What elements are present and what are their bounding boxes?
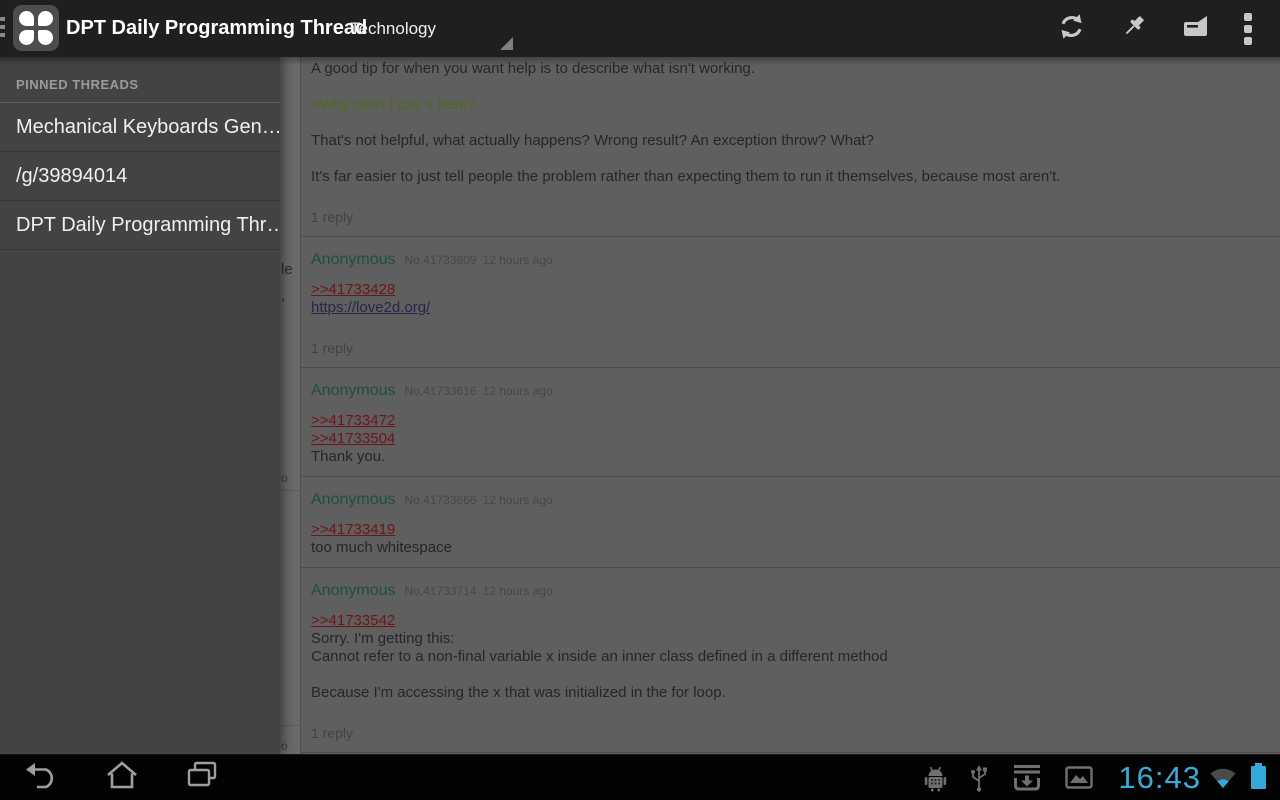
android-debug-icon	[924, 764, 947, 792]
post-timestamp: 12 hours ago	[483, 384, 553, 398]
reply-count-link[interactable]: 1 reply	[311, 340, 1268, 357]
reply-count-link[interactable]: 1 reply	[311, 209, 1268, 226]
poster-name: Anonymous	[311, 382, 396, 400]
thread-title: DPT Daily Programming Thread	[66, 0, 367, 57]
post: Anonymous No.41733616 12 hours ago >>417…	[301, 368, 1280, 477]
post-timestamp: 12 hours ago	[483, 253, 553, 267]
thread-list-pane-edge: le , o o	[280, 57, 301, 755]
thread-view: A good tip for when you want help is to …	[301, 57, 1280, 755]
post-number: No.41733666	[405, 493, 477, 507]
post: Anonymous No.41733714 12 hours ago >>417…	[301, 568, 1280, 753]
quote-link[interactable]: >>41733504	[311, 430, 395, 448]
system-clock: 16:43	[1118, 760, 1201, 796]
post-header: Anonymous No.41733714 12 hours ago	[311, 582, 1268, 600]
post-text: A good tip for when you want help is to …	[311, 60, 1268, 78]
cutoff-text-fragment: ,	[281, 288, 285, 304]
web-link[interactable]: https://love2d.org/	[311, 299, 430, 317]
spinner-caret-icon	[500, 37, 513, 50]
post-text: It's far easier to just tell people the …	[311, 168, 1268, 186]
pinned-thread-item[interactable]: Mechanical Keyboards Gen…	[0, 103, 280, 152]
recents-button[interactable]	[170, 755, 234, 800]
poster-name: Anonymous	[311, 491, 396, 509]
post-text: Thank you.	[311, 448, 1268, 466]
post-text: Because I'm accessing the x that was ini…	[311, 684, 1268, 702]
action-bar: DPT Daily Programming Thread Technology	[0, 0, 1280, 57]
quote-link[interactable]: >>41733472	[311, 412, 395, 430]
navigation-drawer: PINNED THREADS Mechanical Keyboards Gen……	[0, 57, 280, 755]
post-text: Cannot refer to a non-final variable x i…	[311, 648, 1268, 666]
overflow-menu-icon	[1244, 13, 1252, 45]
post: A good tip for when you want help is to …	[301, 57, 1280, 237]
post-header: Anonymous No.41733609 12 hours ago	[311, 251, 1268, 269]
cutoff-text-fragment: le	[281, 262, 293, 278]
post: Anonymous No.41733666 12 hours ago >>417…	[301, 477, 1280, 568]
overflow-menu-button[interactable]	[1226, 0, 1270, 57]
pin-icon	[1120, 13, 1147, 45]
screenshot-image-icon	[1065, 766, 1093, 789]
download-icon	[1011, 764, 1043, 792]
post-number: No.41733714	[405, 584, 477, 598]
greentext-line: >Why can't I use x here?	[311, 96, 1268, 114]
poster-name: Anonymous	[311, 582, 396, 600]
app-screen: le , o o A good tip for when you want he…	[0, 0, 1280, 800]
post-header: Anonymous No.41733616 12 hours ago	[311, 382, 1268, 400]
action-bar-buttons	[1040, 0, 1270, 57]
home-icon	[106, 761, 138, 794]
back-icon	[25, 761, 59, 794]
wifi-icon	[1209, 766, 1237, 790]
system-navigation-bar: 16:43	[0, 754, 1280, 800]
pinned-thread-item[interactable]: DPT Daily Programming Thr…	[0, 201, 280, 250]
reply-icon	[1180, 15, 1210, 43]
post-number: No.41733616	[405, 384, 477, 398]
app-logo-clover-icon[interactable]	[13, 5, 59, 51]
pinned-threads-header: PINNED THREADS	[0, 57, 280, 102]
board-selector-label: Technology	[350, 5, 436, 52]
board-selector-spinner[interactable]: Technology	[335, 5, 515, 52]
refresh-icon	[1058, 13, 1085, 45]
usb-icon	[969, 764, 989, 792]
post-text: too much whitespace	[311, 539, 1268, 557]
recents-icon	[186, 761, 218, 794]
post-timestamp: 12 hours ago	[483, 493, 553, 507]
status-tray[interactable]: 16:43	[913, 755, 1270, 800]
reply-button[interactable]	[1164, 0, 1226, 57]
back-button[interactable]	[10, 755, 74, 800]
post-text: That's not helpful, what actually happen…	[311, 132, 1268, 150]
post-text: Sorry. I'm getting this:	[311, 630, 1268, 648]
refresh-button[interactable]	[1040, 0, 1102, 57]
divider	[280, 725, 300, 726]
quote-link[interactable]: >>41733542	[311, 612, 395, 630]
quote-link[interactable]: >>41733419	[311, 521, 395, 539]
divider	[280, 490, 300, 491]
drawer-menu-icon[interactable]	[0, 13, 5, 45]
cutoff-text-fragment: o	[281, 738, 288, 754]
post-header: Anonymous No.41733666 12 hours ago	[311, 491, 1268, 509]
post-timestamp: 12 hours ago	[483, 584, 553, 598]
quote-link[interactable]: >>41733428	[311, 281, 395, 299]
poster-name: Anonymous	[311, 251, 396, 269]
pinned-thread-item[interactable]: /g/39894014	[0, 152, 280, 201]
battery-icon	[1251, 766, 1266, 789]
post-number: No.41733609	[405, 253, 477, 267]
pin-thread-button[interactable]	[1102, 0, 1164, 57]
reply-count-link[interactable]: 1 reply	[311, 725, 1268, 742]
cutoff-text-fragment: o	[281, 470, 288, 486]
home-button[interactable]	[90, 755, 154, 800]
post: Anonymous No.41733609 12 hours ago >>417…	[301, 237, 1280, 368]
